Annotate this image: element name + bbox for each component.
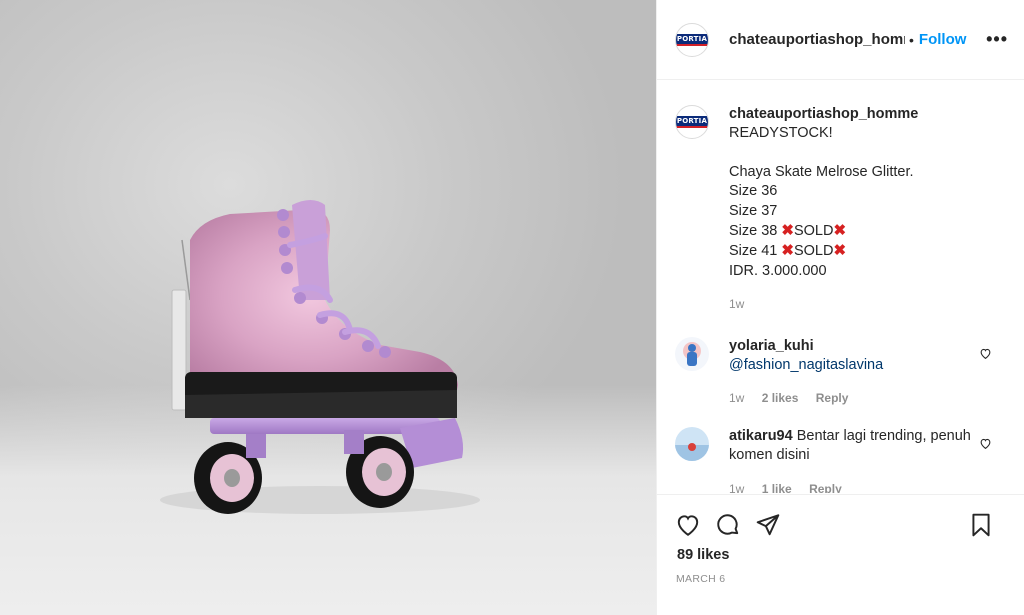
- comment-likes[interactable]: 2 likes: [762, 391, 799, 405]
- post-side-panel: PORTIA chateauportiashop_homm • Follow •…: [656, 0, 1024, 615]
- caption-line: READYSTOCK!: [729, 125, 833, 142]
- comment-username[interactable]: atikaru94: [729, 428, 793, 444]
- reply-button[interactable]: Reply: [816, 391, 849, 405]
- sold-label: SOLD: [793, 223, 834, 240]
- commenter-avatar[interactable]: [675, 426, 709, 461]
- commenter-avatar[interactable]: [675, 336, 709, 371]
- caption-line: Size 37: [729, 202, 778, 219]
- post-image[interactable]: [0, 0, 656, 615]
- comment-age[interactable]: 1w: [729, 391, 744, 405]
- post-header: PORTIA chateauportiashop_homm • Follow •…: [657, 0, 1024, 80]
- portia-logo: PORTIA: [676, 116, 708, 128]
- size-label: Size 41: [729, 243, 782, 260]
- post-actions: 89 likes MARCH 6: [657, 494, 1024, 585]
- comment-body: atikaru94 Bentar lagi trending, penuh ko…: [729, 427, 979, 493]
- bookmark-icon[interactable]: [968, 512, 994, 538]
- separator-dot: •: [909, 31, 914, 48]
- likes-count[interactable]: 89 likes: [657, 541, 1024, 563]
- comment-likes[interactable]: 1 like: [762, 482, 792, 493]
- comment-body: yolaria_kuhi @fashion_nagitaslavina 1w 2…: [729, 337, 979, 409]
- comment-meta: 1w 2 likes Reply: [729, 389, 979, 408]
- paper-plane-icon[interactable]: [755, 512, 781, 538]
- header-username[interactable]: chateauportiashop_homm: [729, 31, 905, 48]
- caption-line: Size 36: [729, 183, 778, 200]
- caption-line: IDR. 3.000.000: [729, 262, 827, 279]
- comment-item: yolaria_kuhi @fashion_nagitaslavina 1w 2…: [657, 336, 1024, 409]
- caption-username[interactable]: chateauportiashop_homme: [729, 105, 918, 124]
- sold-label: SOLD: [793, 243, 834, 260]
- x-mark-icon: ✖: [833, 222, 847, 240]
- post-date[interactable]: MARCH 6: [657, 563, 1024, 585]
- comment-username[interactable]: yolaria_kuhi: [729, 338, 814, 354]
- reply-button[interactable]: Reply: [809, 482, 842, 493]
- x-mark-icon: ✖: [833, 242, 847, 260]
- comment-icon[interactable]: [715, 512, 741, 538]
- roller-skate-illustration: [160, 200, 480, 514]
- caption-meta: 1w: [729, 295, 918, 314]
- more-options-icon[interactable]: •••: [986, 29, 1008, 50]
- post-caption: PORTIA chateauportiashop_homme READYSTOC…: [657, 81, 1024, 315]
- size-label: Size 38: [729, 223, 782, 240]
- comment-item: atikaru94 Bentar lagi trending, penuh ko…: [657, 426, 1024, 493]
- comment-heart-icon[interactable]: [979, 347, 992, 365]
- caption-line: Chaya Skate Melrose Glitter.: [729, 163, 914, 180]
- caption-avatar[interactable]: PORTIA: [675, 105, 709, 139]
- comment-mention[interactable]: @fashion_nagitaslavina: [729, 357, 883, 373]
- x-mark-icon: ✖: [781, 242, 794, 260]
- caption-line-sold: Size 41 ✖SOLD✖: [729, 241, 918, 261]
- action-icons: [657, 495, 1024, 541]
- caption-age[interactable]: 1w: [729, 297, 744, 311]
- caption-body: chateauportiashop_homme READYSTOCK! Chay…: [729, 105, 918, 315]
- comment-heart-icon[interactable]: [979, 437, 992, 455]
- portia-logo: PORTIA: [676, 33, 708, 46]
- heart-icon[interactable]: [675, 512, 701, 538]
- caption-line-sold: Size 38 ✖SOLD✖: [729, 221, 918, 241]
- x-mark-icon: ✖: [781, 222, 794, 240]
- account-avatar[interactable]: PORTIA: [675, 22, 709, 57]
- comment-age[interactable]: 1w: [729, 482, 744, 493]
- comment-meta: 1w 1 like Reply: [729, 480, 979, 493]
- follow-button[interactable]: Follow: [919, 31, 967, 48]
- comments-list[interactable]: PORTIA chateauportiashop_homme READYSTOC…: [657, 81, 1024, 493]
